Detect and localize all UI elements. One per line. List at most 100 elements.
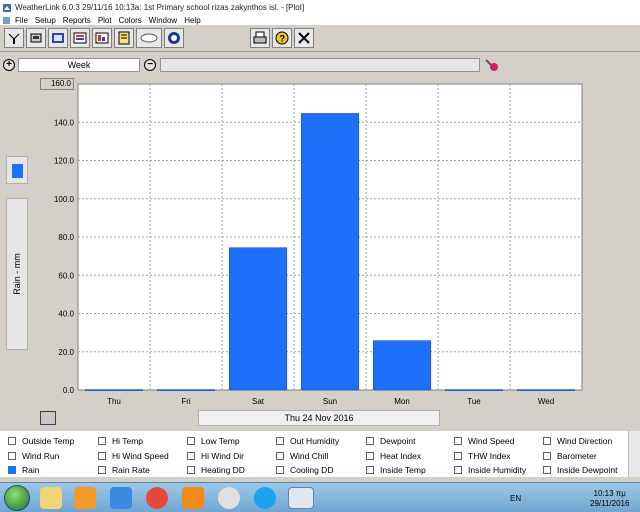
checkbox-low-temp[interactable]: Low Temp <box>187 436 240 446</box>
checkbox-box[interactable] <box>8 466 16 474</box>
bulletin-icon[interactable] <box>70 28 90 48</box>
summary-icon[interactable] <box>92 28 112 48</box>
bar-wed <box>516 389 576 391</box>
x-tick-label: Sat <box>252 397 265 406</box>
plot-date: Thu 24 Nov 2016 <box>198 410 440 426</box>
checkbox-out-humidity[interactable]: Out Humidity <box>276 436 339 446</box>
internet-explorer-icon[interactable] <box>110 487 132 509</box>
print-icon[interactable] <box>250 28 270 48</box>
checkbox-box[interactable] <box>187 437 195 445</box>
file-explorer-icon[interactable] <box>40 487 62 509</box>
checkbox-box[interactable] <box>8 437 16 445</box>
checkbox-inside-humidity[interactable]: Inside Humidity <box>454 465 526 475</box>
checkbox-inside-temp[interactable]: Inside Temp <box>366 465 426 475</box>
language-indicator[interactable]: EN <box>510 494 521 503</box>
checkbox-box[interactable] <box>187 452 195 460</box>
menu-setup[interactable]: Setup <box>35 16 56 25</box>
y-tick-label: 40.0 <box>58 310 74 319</box>
notes-icon[interactable] <box>114 28 134 48</box>
checkbox-box[interactable] <box>276 452 284 460</box>
checkbox-inside-dewpoint[interactable]: Inside Dewpoint <box>543 465 617 475</box>
menu-window[interactable]: Window <box>149 16 177 25</box>
zoom-out-button[interactable]: − <box>144 59 156 71</box>
checkbox-label: Wind Speed <box>468 436 515 446</box>
media-player-icon[interactable] <box>74 487 96 509</box>
skype-icon[interactable] <box>254 487 276 509</box>
help-icon[interactable]: ? <box>272 28 292 48</box>
checkbox-label: Dewpoint <box>380 436 416 446</box>
menu-reports[interactable]: Reports <box>63 16 91 25</box>
checkbox-box[interactable] <box>366 437 374 445</box>
x-tick-label: Fri <box>181 397 191 406</box>
y-tick-label: 100.0 <box>54 195 75 204</box>
menu-plot[interactable]: Plot <box>98 16 112 25</box>
start-button[interactable] <box>4 485 30 511</box>
checkbox-scrollbar[interactable] <box>628 431 640 477</box>
checkbox-box[interactable] <box>454 466 462 474</box>
checkbox-hi-wind-speed[interactable]: Hi Wind Speed <box>98 451 169 461</box>
zoom-in-button[interactable]: + <box>3 59 15 71</box>
menu-bar: File Setup Reports Plot Colors Window He… <box>0 15 640 25</box>
checkbox-hi-wind-dir[interactable]: Hi Wind Dir <box>187 451 244 461</box>
checkbox-box[interactable] <box>454 452 462 460</box>
x-tick-label: Sun <box>323 397 337 406</box>
checkbox-outside-temp[interactable]: Outside Temp <box>8 436 74 446</box>
checkbox-label: Wind Direction <box>557 436 613 446</box>
checkbox-heat-index[interactable]: Heat Index <box>366 451 421 461</box>
checkbox-dewpoint[interactable]: Dewpoint <box>366 436 415 446</box>
period-selector[interactable]: Week <box>18 58 140 72</box>
eraser-icon[interactable] <box>484 58 500 72</box>
connect-icon[interactable] <box>4 28 24 48</box>
checkbox-heating-dd[interactable]: Heating DD <box>187 465 245 475</box>
menu-help[interactable]: Help <box>184 16 200 25</box>
browse-icon[interactable] <box>48 28 68 48</box>
checkbox-box[interactable] <box>276 466 284 474</box>
chrome-icon[interactable] <box>146 487 168 509</box>
weather-icon[interactable] <box>136 28 162 48</box>
close-icon[interactable] <box>294 28 314 48</box>
checkbox-wind-speed[interactable]: Wind Speed <box>454 436 514 446</box>
checkbox-label: Outside Temp <box>22 436 75 446</box>
checkbox-box[interactable] <box>98 452 106 460</box>
x-tick-label: Thu <box>107 397 121 406</box>
checkbox-rain-rate[interactable]: Rain Rate <box>98 465 150 475</box>
checkbox-label: Hi Temp <box>112 436 144 446</box>
checkbox-cooling-dd[interactable]: Cooling DD <box>276 465 333 475</box>
station-icon[interactable] <box>26 28 46 48</box>
checkbox-barometer[interactable]: Barometer <box>543 451 597 461</box>
checkbox-box[interactable] <box>366 452 374 460</box>
range-scroll-track[interactable] <box>160 58 480 72</box>
y-tick-label: 0.0 <box>63 386 75 395</box>
checkbox-box[interactable] <box>8 452 16 460</box>
menu-colors[interactable]: Colors <box>119 16 142 25</box>
vlc-icon[interactable] <box>182 487 204 509</box>
checkbox-rain[interactable]: Rain <box>8 465 39 475</box>
weatherlink-task-icon[interactable] <box>288 487 314 509</box>
checkbox-box[interactable] <box>366 466 374 474</box>
clock-date: 29/11/2016 <box>590 499 630 508</box>
checkbox-thw-index[interactable]: THW Index <box>454 451 511 461</box>
checkbox-box[interactable] <box>276 437 284 445</box>
system-clock[interactable]: 10:13 πμ 29/11/2016 <box>590 489 629 509</box>
checkbox-box[interactable] <box>98 437 106 445</box>
lock-icon[interactable] <box>40 411 56 425</box>
checkbox-box[interactable] <box>543 437 551 445</box>
checkbox-box[interactable] <box>543 452 551 460</box>
checkbox-wind-chill[interactable]: Wind Chill <box>276 451 328 461</box>
checkbox-wind-run[interactable]: Wind Run <box>8 451 59 461</box>
checkbox-label: Inside Temp <box>380 465 426 475</box>
checkbox-box[interactable] <box>543 466 551 474</box>
checkbox-box[interactable] <box>454 437 462 445</box>
ccleaner-icon[interactable] <box>218 487 240 509</box>
checkbox-box[interactable] <box>187 466 195 474</box>
checkbox-label: Cooling DD <box>290 465 334 475</box>
menu-file[interactable]: File <box>15 16 28 25</box>
noaa-icon[interactable] <box>164 28 184 48</box>
checkbox-wind-direction[interactable]: Wind Direction <box>543 436 612 446</box>
checkbox-label: Rain <box>22 465 40 475</box>
checkbox-hi-temp[interactable]: Hi Temp <box>98 436 143 446</box>
y-tick-label: 20.0 <box>58 348 74 357</box>
bar-fri <box>156 389 216 391</box>
app-icon <box>3 3 11 12</box>
checkbox-box[interactable] <box>98 466 106 474</box>
